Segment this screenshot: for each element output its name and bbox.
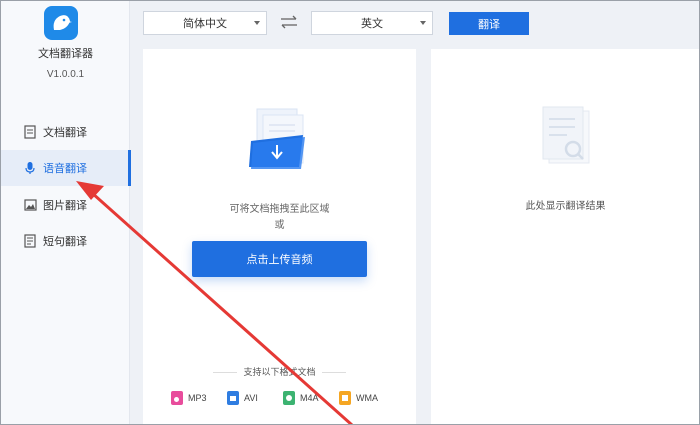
upload-panel[interactable]: 可将文档拖拽至此区域 或 点击上传音频 支持以下格式文档 MP3 AVI M4A… bbox=[143, 49, 416, 425]
app-version: V1.0.0.1 bbox=[46, 69, 85, 80]
source-language-select[interactable]: 简体中文 bbox=[143, 11, 267, 35]
sidebar-item-label: 文档翻译 bbox=[43, 127, 87, 139]
source-language-value: 简体中文 bbox=[183, 18, 227, 30]
avi-file-icon bbox=[227, 391, 239, 405]
drop-hint-text: 可将文档拖拽至此区域 bbox=[229, 204, 330, 215]
target-language-select[interactable]: 英文 bbox=[311, 11, 433, 35]
chevron-down-icon bbox=[254, 21, 260, 25]
upload-audio-button[interactable]: 点击上传音频 bbox=[192, 241, 367, 277]
format-label: MP3 bbox=[188, 393, 207, 403]
chevron-down-icon bbox=[420, 21, 426, 25]
translate-button[interactable]: 翻译 bbox=[449, 12, 529, 35]
format-label: M4A bbox=[300, 393, 319, 403]
supported-formats-title: 支持以下格式文档 bbox=[143, 365, 416, 378]
sentence-icon bbox=[23, 234, 37, 248]
sidebar-item-label: 短句翻译 bbox=[43, 236, 87, 248]
mp3-file-icon bbox=[171, 391, 183, 405]
sidebar-item-voice-translate[interactable]: 语音翻译 bbox=[1, 150, 131, 186]
result-placeholder-text: 此处显示翻译结果 bbox=[525, 201, 606, 212]
swap-languages-icon[interactable] bbox=[280, 15, 298, 29]
upload-illustration-icon bbox=[249, 108, 305, 169]
drop-hint-or: 或 bbox=[274, 220, 285, 231]
format-label: AVI bbox=[244, 393, 258, 403]
microphone-icon bbox=[23, 161, 37, 175]
target-language-value: 英文 bbox=[361, 18, 383, 30]
sidebar-item-label: 语音翻译 bbox=[43, 163, 87, 175]
document-icon bbox=[23, 125, 37, 139]
sidebar-item-sentence-translate[interactable]: 短句翻译 bbox=[1, 223, 130, 259]
app-name: 文档翻译器 bbox=[38, 48, 93, 60]
wma-file-icon bbox=[339, 391, 351, 405]
sidebar: 文档翻译器 V1.0.0.1 文档翻译 语音翻译 图片翻译 短句翻译 bbox=[1, 1, 131, 424]
m4a-file-icon bbox=[283, 391, 295, 405]
sidebar-item-label: 图片翻译 bbox=[43, 200, 87, 212]
format-avi: AVI bbox=[227, 391, 258, 405]
sidebar-item-document-translate[interactable]: 文档翻译 bbox=[1, 114, 130, 150]
format-m4a: M4A bbox=[283, 391, 319, 405]
format-wma: WMA bbox=[339, 391, 378, 405]
result-panel: 此处显示翻译结果 bbox=[431, 49, 700, 425]
app-logo bbox=[44, 6, 78, 40]
sidebar-item-image-translate[interactable]: 图片翻译 bbox=[1, 187, 130, 223]
result-document-icon bbox=[542, 106, 590, 164]
format-mp3: MP3 bbox=[171, 391, 207, 405]
image-icon bbox=[23, 198, 37, 212]
format-label: WMA bbox=[356, 393, 378, 403]
